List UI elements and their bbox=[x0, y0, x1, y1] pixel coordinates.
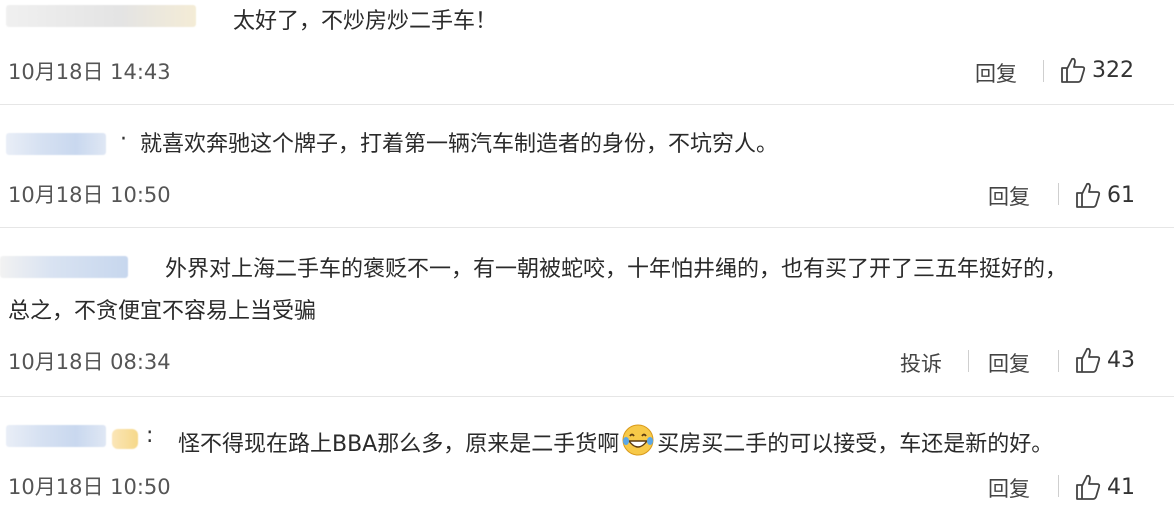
thumbs-up-icon bbox=[1076, 474, 1101, 500]
comment-2: · 就喜欢奔驰这个牌子，打着第一辆汽车制造者的身份，不坑穷人。 10月18日 1… bbox=[0, 105, 1174, 227]
comment-text-part-1: 怪不得现在路上BBA那么多，原来是二手货啊 bbox=[178, 432, 620, 457]
like-button[interactable]: 322 bbox=[1060, 56, 1134, 84]
name-colon: · bbox=[120, 127, 127, 152]
comment-3: 外界对上海二手车的褒贬不一，有一朝被蛇咬，十年怕井绳的，也有买了开了三五年挺好的… bbox=[0, 228, 1174, 396]
commenter-badge-blurred bbox=[112, 429, 138, 449]
thumbs-up-icon bbox=[1076, 182, 1101, 208]
laughing-tears-emoji-icon bbox=[622, 424, 654, 456]
like-button[interactable]: 61 bbox=[1075, 181, 1135, 209]
reply-button[interactable]: 回复 bbox=[975, 58, 1017, 88]
like-count: 322 bbox=[1092, 57, 1134, 83]
comment-text-line-2: 总之，不贪便宜不容易上当受骗 bbox=[8, 299, 317, 324]
comment-1: 太好了，不炒房炒二手车！ 10月18日 14:43 回复 322 bbox=[0, 0, 1174, 104]
comment-timestamp: 10月18日 10:50 bbox=[8, 183, 171, 207]
divider-vertical bbox=[1058, 475, 1059, 497]
like-count: 61 bbox=[1107, 182, 1135, 208]
thumbs-up-icon bbox=[1076, 347, 1101, 373]
reply-button[interactable]: 回复 bbox=[988, 181, 1030, 211]
commenter-name-blurred[interactable] bbox=[6, 5, 196, 27]
report-button[interactable]: 投诉 bbox=[900, 348, 942, 378]
like-count: 41 bbox=[1107, 474, 1135, 500]
reply-button[interactable]: 回复 bbox=[988, 348, 1030, 378]
divider-vertical bbox=[1058, 183, 1059, 205]
divider-vertical bbox=[968, 350, 969, 372]
comment-text: 就喜欢奔驰这个牌子，打着第一辆汽车制造者的身份，不坑穷人。 bbox=[140, 132, 779, 157]
comment-timestamp: 10月18日 14:43 bbox=[8, 60, 171, 84]
comment-timestamp: 10月18日 10:50 bbox=[8, 475, 171, 499]
like-button[interactable]: 41 bbox=[1075, 473, 1135, 501]
commenter-name-blurred[interactable] bbox=[6, 133, 106, 155]
divider-vertical bbox=[1043, 60, 1044, 82]
divider-vertical bbox=[1058, 350, 1059, 372]
comment-text: 太好了，不炒房炒二手车！ bbox=[233, 9, 498, 34]
comment-4: : 怪不得现在路上BBA那么多，原来是二手货啊 买房买二手的可以接受，车还是新的… bbox=[0, 397, 1174, 524]
like-button[interactable]: 43 bbox=[1075, 346, 1135, 374]
commenter-name-blurred[interactable] bbox=[6, 425, 106, 447]
comment-text: 怪不得现在路上BBA那么多，原来是二手货啊 买房买二手的可以接受，车还是新的好。 bbox=[178, 423, 1053, 461]
comment-text-line-1: 外界对上海二手车的褒贬不一，有一朝被蛇咬，十年怕井绳的，也有买了开了三五年挺好的… bbox=[165, 257, 1068, 282]
reply-button[interactable]: 回复 bbox=[988, 473, 1030, 503]
comment-text-part-2: 买房买二手的可以接受，车还是新的好。 bbox=[657, 432, 1054, 457]
like-count: 43 bbox=[1107, 347, 1135, 373]
name-colon: : bbox=[146, 423, 154, 448]
comment-timestamp: 10月18日 08:34 bbox=[8, 350, 171, 374]
commenter-name-blurred[interactable] bbox=[0, 256, 128, 278]
thumbs-up-icon bbox=[1061, 57, 1086, 83]
